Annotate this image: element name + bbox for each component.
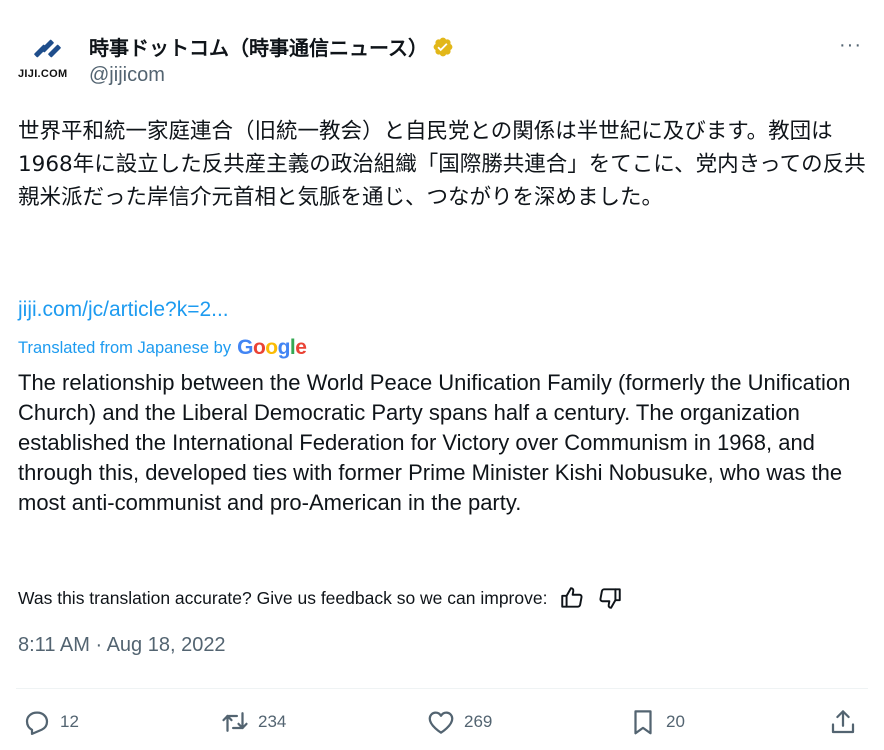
jiji-logo-mark [33,38,62,64]
share-button[interactable] [828,707,858,737]
more-options-icon[interactable]: ··· [839,34,862,57]
like-button[interactable]: 269 [426,707,492,737]
google-logo: Google [237,336,307,359]
action-bar: 12 234 269 20 [22,707,862,739]
reply-icon [25,711,49,735]
avatar-wordmark: JIJI.COM [18,68,68,80]
avatar[interactable]: JIJI.COM [18,32,76,90]
translated-label: Translated from Japanese by [18,338,232,357]
display-name[interactable]: 時事ドットコム（時事通信ニュース） [89,32,428,61]
reply-count: 12 [60,712,79,731]
translation-attribution: Translated from Japanese by Google [18,336,307,360]
bookmark-icon [634,710,652,735]
retweet-icon [222,712,248,732]
share-icon [831,710,855,734]
name-line: 時事ドットコム（時事通信ニュース） [89,32,454,61]
like-count: 269 [464,712,493,731]
reply-button[interactable]: 12 [22,707,79,737]
bookmark-button[interactable]: 20 [628,707,685,737]
verified-badge-icon [432,36,454,58]
thumbs-up-icon[interactable] [559,585,585,611]
heart-icon [428,711,454,734]
feedback-prompt: Was this translation accurate? Give us f… [18,587,548,608]
tweet-text-translation: The relationship between the World Peace… [18,370,851,515]
handle[interactable]: @jijicom [89,64,165,87]
thumbs-down-icon[interactable] [597,585,623,611]
tweet-text-japanese: 世界平和統一家庭連合（旧統一教会）と自民党との関係は半世紀に及びます。教団は19… [18,119,866,210]
retweet-count: 234 [258,712,287,731]
divider [16,688,868,689]
article-link[interactable]: jiji.com/jc/article?k=2... [18,298,229,322]
timestamp[interactable]: 8:11 AM · Aug 18, 2022 [18,634,226,657]
bookmark-count: 20 [666,712,685,731]
tweet-header: JIJI.COM 時事ドットコム（時事通信ニュース） @jijicom ··· [18,28,868,94]
translation-feedback: Was this translation accurate? Give us f… [18,585,623,611]
retweet-button[interactable]: 234 [220,707,286,737]
